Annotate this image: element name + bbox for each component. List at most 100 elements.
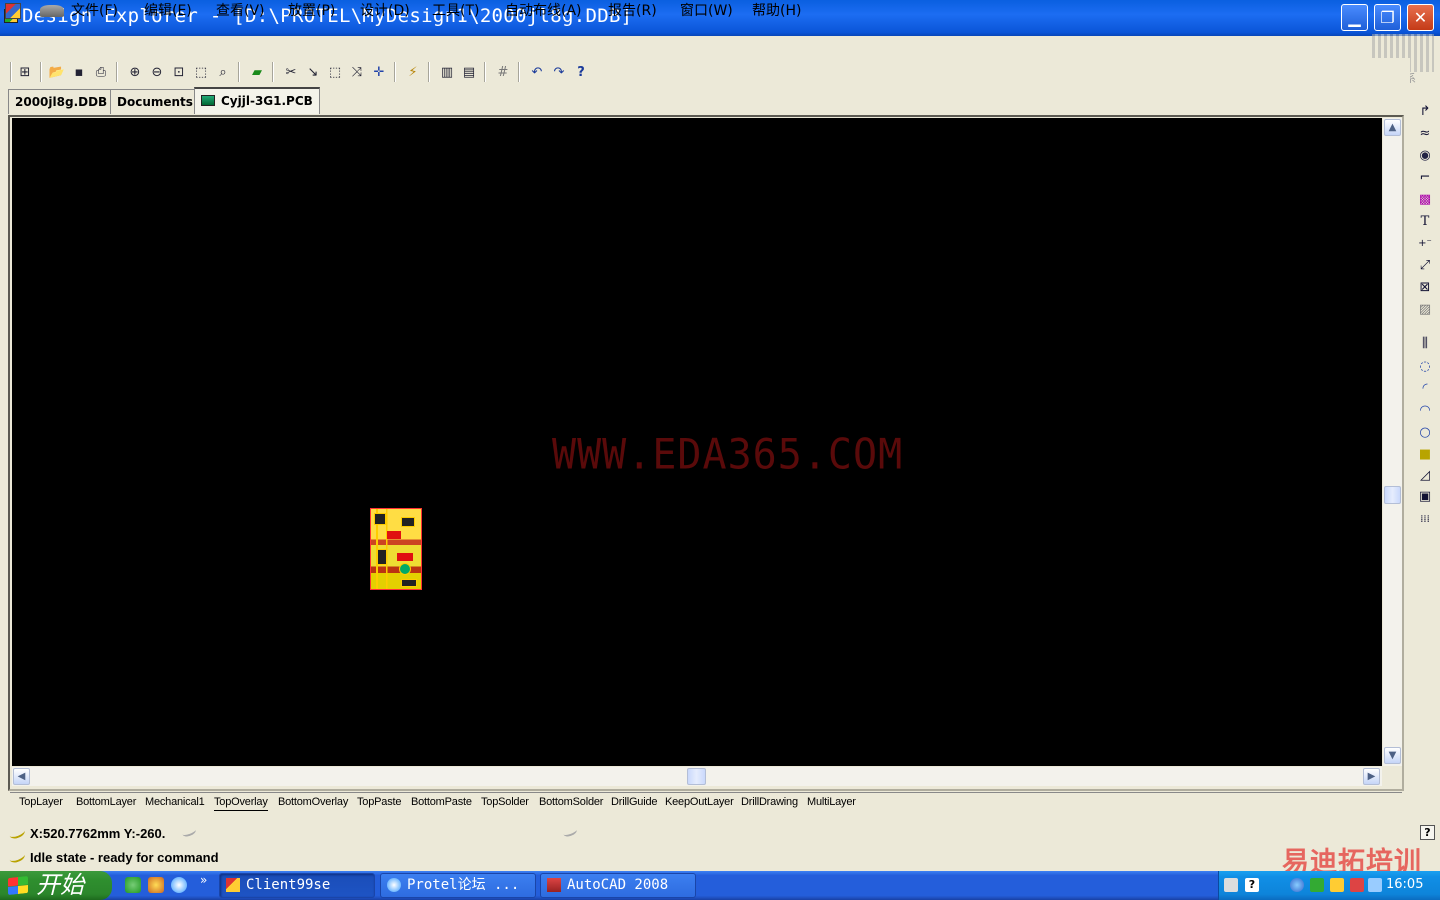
layer-tab-bottompaste[interactable]: BottomPaste [411,794,472,811]
taskbar-button-forum[interactable]: Protel论坛 ... [380,873,536,898]
arc-any-icon[interactable]: ◠ [1416,401,1434,419]
layer-tab-drillguide[interactable]: DrillGuide [611,794,657,811]
tab-pcb-document[interactable]: Cyjjl-3G1.PCB [194,87,320,114]
layer-tab-bottomlayer[interactable]: BottomLayer [76,794,136,811]
shield-icon[interactable] [148,877,164,893]
deselect-icon[interactable]: ⤨ [348,63,366,81]
close-button[interactable]: ✕ [1407,4,1434,31]
place-fill-cross-icon[interactable]: ⊠ [1416,278,1434,296]
keyboard-icon[interactable] [1224,878,1238,892]
quicklaunch-more-icon[interactable]: » [200,873,207,887]
zoom-area-icon[interactable]: ⬚ [192,63,210,81]
select-area-icon[interactable]: ⬚ [326,63,344,81]
update-icon[interactable] [1350,878,1364,892]
menu-place[interactable]: 放置(P) [288,2,335,20]
scroll-right-button[interactable]: ▶ [1363,768,1380,785]
layer-tab-keepoutlayer[interactable]: KeepOutLayer [665,794,734,811]
redo-icon[interactable]: ↷ [550,63,568,81]
maximize-button[interactable]: ❐ [1374,4,1401,31]
place-pad-icon[interactable]: ⌐ [1416,168,1434,186]
menu-file[interactable]: 文件(F) [71,2,118,20]
protel-icon [226,878,240,892]
menu-tools[interactable]: 工具(T) [432,2,479,20]
minimize-button[interactable]: ▁ [1341,4,1368,31]
zoom-last-icon[interactable]: ⌕ [214,63,232,81]
menu-window[interactable]: 窗口(W) [680,2,733,20]
clock[interactable]: 16:05 [1386,877,1423,892]
vertical-scroll-thumb[interactable] [1384,486,1401,504]
place-polygon-icon[interactable]: ▨ [1416,300,1434,318]
undo-icon[interactable]: ↶ [528,63,546,81]
menu-design[interactable]: 设计(D) [360,2,410,20]
zoom-in-icon[interactable]: ⊕ [126,63,144,81]
network-icon[interactable] [125,877,141,893]
open-icon[interactable]: 📂 [48,63,66,81]
browse-component-icon[interactable]: ▰ [248,63,266,81]
save-icon[interactable]: ▪ [70,63,88,81]
context-help-icon[interactable]: ? [1420,825,1435,840]
browser-icon[interactable] [171,877,187,893]
layer-tab-toplayer[interactable]: TopLayer [19,794,63,811]
cut-icon[interactable]: ✂ [282,63,300,81]
layer-tab-bottomoverlay[interactable]: BottomOverlay [278,794,348,811]
antivirus-icon[interactable] [1310,878,1324,892]
help-icon[interactable]: ? [572,63,590,81]
place-track-icon[interactable]: ↱ [1416,102,1434,120]
layer-tab-drilldrawing[interactable]: DrillDrawing [741,794,798,811]
vertical-scrollbar[interactable] [1383,118,1402,766]
zoom-out-icon[interactable]: ⊖ [148,63,166,81]
place-dimension-icon[interactable]: ⤢ [1416,256,1434,274]
menu-reports[interactable]: 报告(R) [608,2,657,20]
grid-icon[interactable]: # [494,63,512,81]
scroll-down-button[interactable]: ▼ [1384,747,1401,764]
menu-help[interactable]: 帮助(H) [752,2,801,20]
horizontal-scroll-thumb[interactable] [687,768,706,785]
place-coordinate-icon[interactable]: +⁻ [1416,234,1434,252]
place-line-icon[interactable]: ≈ [1416,124,1434,142]
place-component-icon[interactable]: ▩ [1416,190,1434,208]
move-icon[interactable]: ✛ [370,63,388,81]
paste-icon[interactable]: ↘ [304,63,322,81]
taskbar-button-client99se[interactable]: Client99se [219,873,375,898]
tab-documents[interactable]: Documents [110,89,200,114]
place-room-icon[interactable]: ⫼ [1416,334,1434,352]
array-icon[interactable]: ⁞⁞⁞ [1416,510,1434,528]
component-library-icon[interactable]: ▥ [438,63,456,81]
place-fill-icon[interactable]: ■ [1416,445,1434,463]
place-via-icon[interactable]: ◉ [1416,146,1434,164]
pcb-board[interactable] [370,508,422,590]
print-icon[interactable]: ⎙ [92,63,110,81]
document-menu-icon[interactable] [5,3,21,19]
layer-tab-bottomsolder[interactable]: BottomSolder [539,794,603,811]
layer-tab-topsolder[interactable]: TopSolder [481,794,529,811]
design-explorer-icon[interactable] [40,5,64,17]
status-coordinates: X:520.7762mm Y:-260. [30,826,166,841]
circle-icon[interactable]: ○ [1416,423,1434,441]
volume-icon[interactable] [1368,878,1382,892]
place-keepout-icon[interactable]: ▣ [1416,487,1434,505]
tab-database[interactable]: 2000jl8g.DDB [8,89,115,114]
menu-view[interactable]: 查看(V) [216,2,265,20]
network-status-icon[interactable] [1290,878,1304,892]
arc-center-icon[interactable]: ◌ [1416,357,1434,375]
menu-autoroute[interactable]: 自动布线(A) [505,2,582,20]
main-toolbar [0,58,1410,86]
design-tree-icon[interactable]: ⊞ [16,63,34,81]
browse-library-icon[interactable]: ▤ [460,63,478,81]
scroll-left-button[interactable]: ◀ [13,768,30,785]
place-string-icon[interactable]: T [1416,212,1434,230]
layer-tab-mechanical1[interactable]: Mechanical1 [145,794,205,811]
taskbar-button-autocad[interactable]: AutoCAD 2008 [540,873,696,898]
layer-tab-multilayer[interactable]: MultiLayer [807,794,856,811]
menu-edit[interactable]: 编辑(E) [144,2,192,20]
cross-probe-icon[interactable]: ⚡ [404,63,422,81]
security-icon[interactable] [1330,878,1344,892]
layer-tab-topoverlay[interactable]: TopOverlay [214,794,268,811]
zoom-fit-icon[interactable]: ⊡ [170,63,188,81]
help-icon[interactable]: ? [1245,878,1259,892]
split-plane-icon[interactable]: ◿ [1416,466,1434,484]
layer-tab-toppaste[interactable]: TopPaste [357,794,401,811]
scroll-up-button[interactable]: ▲ [1384,119,1401,136]
taskbar-button-label: AutoCAD 2008 [567,877,669,893]
arc-edge-icon[interactable]: ◜ [1416,379,1434,397]
